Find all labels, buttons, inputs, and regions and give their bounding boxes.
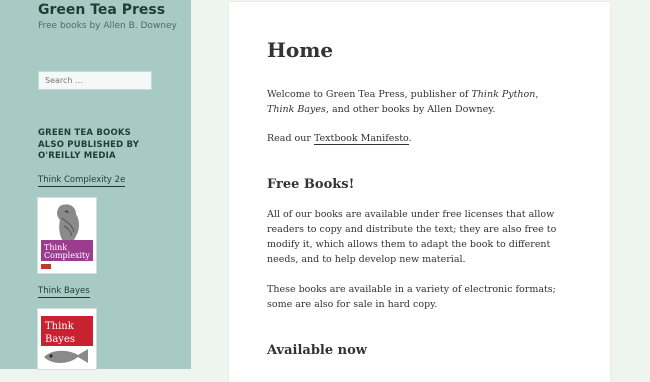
free-books-paragraph: All of our books are available under fre…: [267, 209, 557, 265]
textbook-manifesto-link[interactable]: Textbook Manifesto: [313, 133, 409, 145]
site-description: Free books by Allen B. Downey: [38, 21, 177, 31]
cover-title-line2: Complexity: [44, 251, 90, 260]
sidebar: Green Tea Press Free books by Allen B. D…: [0, 0, 191, 369]
page-title: Home: [267, 38, 334, 62]
book-link-think-bayes[interactable]: Think Bayes: [38, 286, 90, 298]
book-link-think-complexity[interactable]: Think Complexity 2e: [38, 175, 126, 187]
think-complexity-cover[interactable]: Think Complexity: [38, 198, 96, 273]
think-python-title: Think Python: [471, 89, 536, 100]
bird-illustration-icon: Think Complexity: [38, 198, 96, 273]
fish-illustration-icon: Think Bayes: [38, 309, 96, 369]
formats-paragraph: These books are available in a variety o…: [267, 284, 556, 310]
cover-title-line1: Think: [45, 321, 75, 332]
think-bayes-cover[interactable]: Think Bayes: [38, 309, 96, 369]
available-now-heading: Available now: [267, 343, 367, 358]
think-bayes-title: Think Bayes: [267, 104, 326, 115]
widget-title: GREEN TEA BOOKS ALSO PUBLISHED BY O'REIL…: [38, 128, 140, 161]
cover-title-line2: Bayes: [45, 334, 75, 345]
search-input[interactable]: [38, 71, 152, 90]
site-title[interactable]: Green Tea Press: [38, 2, 165, 18]
free-books-heading: Free Books!: [267, 177, 355, 192]
manifesto-paragraph: Read our Textbook Manifesto.: [267, 133, 412, 145]
main-content: Home Welcome to Green Tea Press, publish…: [229, 2, 610, 382]
intro-paragraph: Welcome to Green Tea Press, publisher of…: [267, 89, 539, 115]
